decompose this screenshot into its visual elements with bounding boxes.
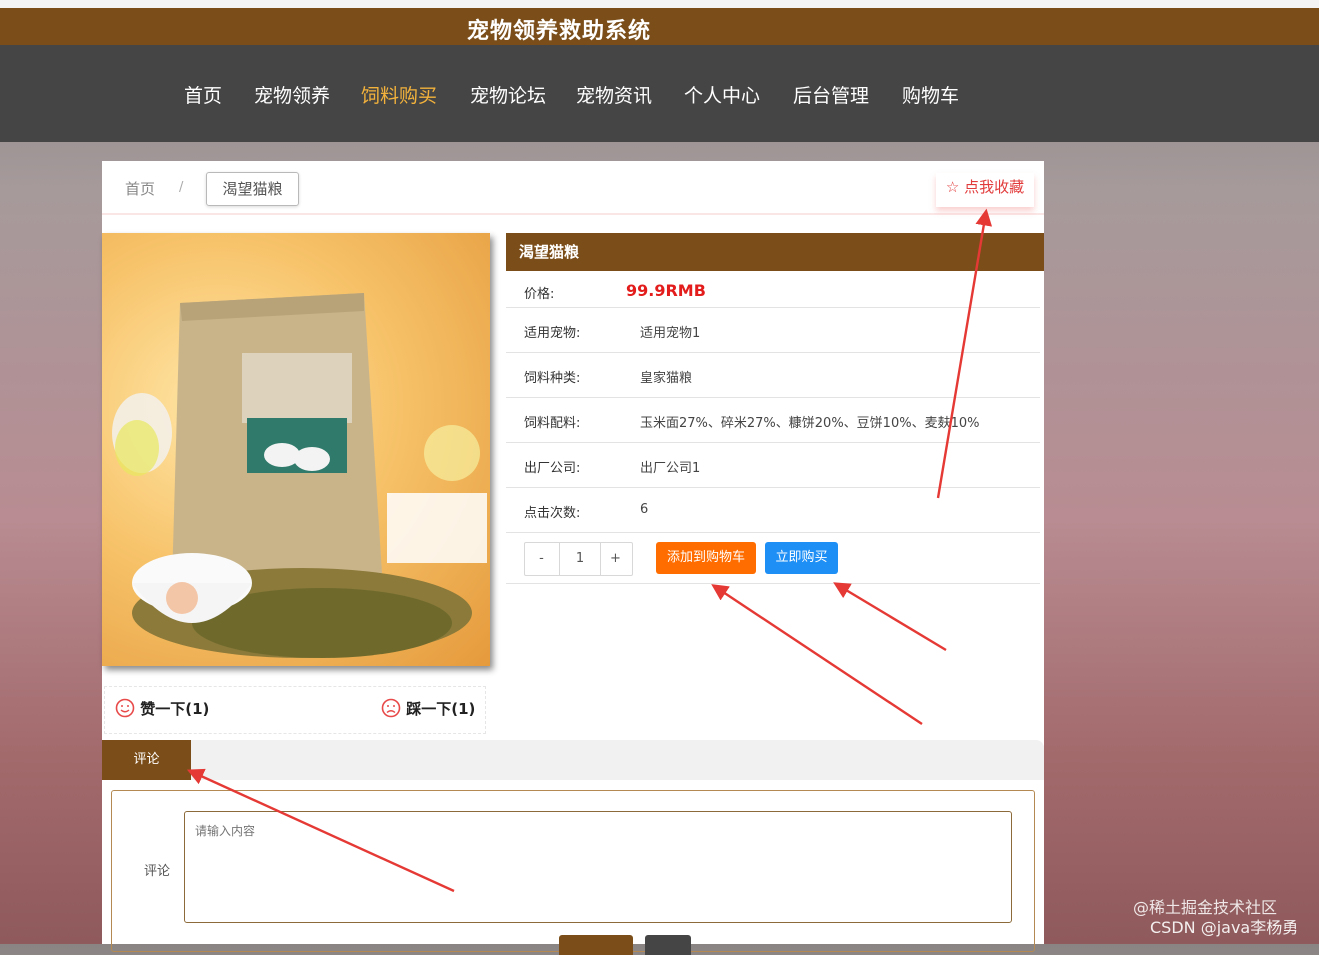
tab-bar: 评论	[102, 740, 1044, 780]
nav-item-home[interactable]: 首页	[184, 81, 222, 108]
product-card: 首页 / 渴望猫粮 ☆ 点我收藏 赞一下(1) 踩一下(1) 渴望猫粮 价格: …	[102, 161, 1044, 955]
detail-row: 点击次数: 6	[506, 488, 1040, 533]
main-nav: 首页 宠物领养 饲料购买 宠物论坛 宠物资讯 个人中心 后台管理 购物车	[0, 45, 1319, 142]
nav-item-user-center[interactable]: 个人中心	[684, 81, 760, 108]
price-row: 价格: 99.9RMB	[506, 271, 1040, 308]
detail-value: 玉米面27%、碎米27%、糠饼20%、豆饼10%、麦麸10%	[640, 416, 980, 431]
comment-input[interactable]	[184, 811, 1012, 923]
comment-form: 评论	[111, 790, 1035, 952]
breadcrumb-home[interactable]: 首页	[125, 178, 155, 199]
submit-button[interactable]	[559, 935, 633, 955]
site-title: 宠物领养救助系统	[467, 19, 652, 44]
price-label: 价格:	[524, 287, 555, 302]
top-strip	[0, 0, 1319, 8]
product-image	[102, 233, 490, 666]
detail-value: 出厂公司1	[640, 461, 701, 476]
feedback-bar: 赞一下(1) 踩一下(1)	[104, 686, 486, 734]
dislike-button[interactable]: 踩一下(1)	[381, 698, 475, 719]
quantity-input[interactable]: 1	[559, 543, 601, 575]
title-bar: 宠物领养救助系统	[0, 8, 1319, 45]
detail-label: 饲料种类:	[524, 371, 581, 386]
detail-row: 饲料种类: 皇家猫粮	[506, 353, 1040, 398]
like-button[interactable]: 赞一下(1)	[115, 698, 209, 719]
smile-icon	[115, 698, 135, 718]
breadcrumb: 首页 / 渴望猫粮 ☆ 点我收藏	[102, 161, 1044, 215]
buy-now-button[interactable]: 立即购买	[765, 542, 838, 574]
watermark-line-2: CSDN @java李杨勇	[1150, 918, 1299, 937]
detail-label: 适用宠物:	[524, 326, 581, 341]
like-label: 赞一下(1)	[140, 700, 210, 718]
favorite-button[interactable]: ☆ 点我收藏	[936, 173, 1034, 207]
detail-label: 出厂公司:	[524, 461, 581, 476]
detail-value: 皇家猫粮	[640, 371, 693, 386]
purchase-actions: - 1 + 添加到购物车 立即购买	[506, 533, 1040, 584]
nav-item-cart[interactable]: 购物车	[902, 81, 959, 108]
detail-value: 适用宠物1	[640, 326, 701, 341]
price-value: 99.9RMB	[626, 281, 706, 300]
detail-label: 点击次数:	[524, 506, 581, 521]
nav-item-admin[interactable]: 后台管理	[793, 81, 869, 108]
nav-item-pet-adoption[interactable]: 宠物领养	[254, 81, 330, 108]
product-name: 渴望猫粮	[506, 233, 1044, 271]
product-info: 渴望猫粮 价格: 99.9RMB 适用宠物: 适用宠物1 饲料种类: 皇家猫粮 …	[506, 233, 1044, 584]
frown-icon	[381, 698, 401, 718]
nav-item-pet-forum[interactable]: 宠物论坛	[470, 81, 546, 108]
dislike-label: 踩一下(1)	[406, 700, 476, 718]
detail-label: 饲料配料:	[524, 416, 581, 431]
nav-item-feed-purchase[interactable]: 饲料购买	[361, 81, 437, 108]
add-to-cart-button[interactable]: 添加到购物车	[656, 542, 756, 574]
tab-comment[interactable]: 评论	[102, 740, 191, 780]
product-photo-illustration	[112, 293, 487, 658]
detail-row: 饲料配料: 玉米面27%、碎米27%、糠饼20%、豆饼10%、麦麸10%	[506, 398, 1040, 443]
comment-label: 评论	[144, 864, 171, 879]
quantity-increment-button[interactable]: +	[599, 543, 632, 575]
detail-row: 适用宠物: 适用宠物1	[506, 308, 1040, 353]
quantity-decrement-button[interactable]: -	[525, 543, 558, 575]
nav-item-pet-news[interactable]: 宠物资讯	[576, 81, 652, 108]
breadcrumb-current: 渴望猫粮	[206, 172, 299, 206]
quantity-stepper: - 1 +	[524, 542, 633, 576]
detail-value: 6	[640, 502, 649, 517]
reset-button[interactable]	[645, 935, 691, 955]
detail-row: 出厂公司: 出厂公司1	[506, 443, 1040, 488]
breadcrumb-separator: /	[179, 180, 184, 195]
